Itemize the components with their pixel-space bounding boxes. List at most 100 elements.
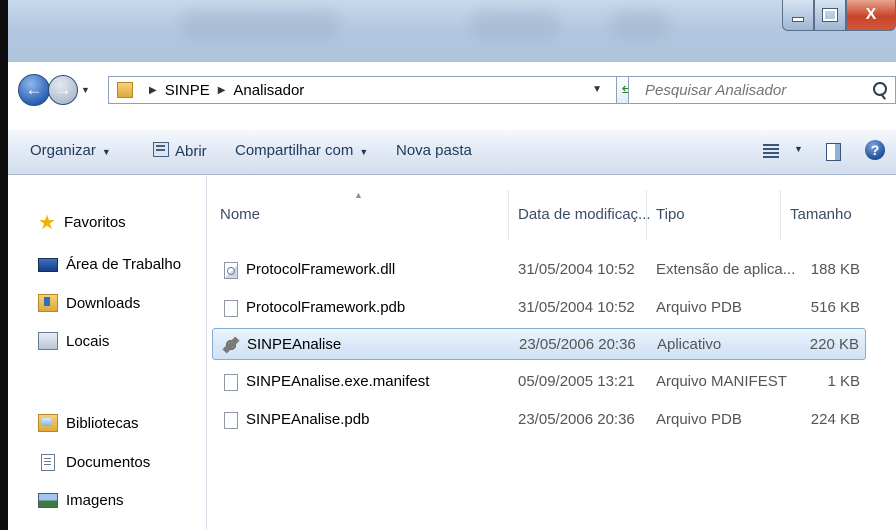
breadcrumb-chevron-icon[interactable]: ▶ bbox=[149, 85, 157, 96]
command-bar: Organizar ▼ Abrir Compartilhar com ▼ Nova … bbox=[8, 130, 896, 175]
breadcrumb-analisador[interactable]: Analisador bbox=[233, 82, 304, 99]
sidebar-item-imagens[interactable]: Imagens bbox=[38, 492, 124, 509]
recent-places-icon bbox=[38, 332, 58, 350]
preview-pane-icon[interactable] bbox=[826, 143, 841, 161]
file-date: 23/05/2006 20:36 bbox=[519, 336, 636, 353]
file-row[interactable]: SINPEAnalise.exe.manifest 05/09/2005 13:… bbox=[212, 366, 866, 398]
search-box[interactable] bbox=[628, 76, 896, 104]
star-icon: ★ bbox=[38, 211, 56, 234]
share-button[interactable]: Compartilhar com ▼ bbox=[235, 142, 368, 159]
file-row[interactable]: ProtocolFramework.pdb 31/05/2004 10:52 A… bbox=[212, 292, 866, 324]
organize-label: Organizar bbox=[30, 142, 96, 159]
file-name: ProtocolFramework.dll bbox=[246, 261, 396, 278]
file-size: 1 KB bbox=[827, 373, 860, 390]
sidebar-item-documentos[interactable]: Documentos bbox=[38, 454, 150, 471]
arrow-right-icon: → bbox=[54, 80, 72, 99]
file-list: ▲ Nome Data de modificaç... Tipo Tamanho… bbox=[208, 176, 896, 530]
sidebar-item-downloads[interactable]: Downloads bbox=[38, 294, 140, 312]
file-date: 23/05/2006 20:36 bbox=[518, 411, 635, 428]
file-name: SINPEAnalise.pdb bbox=[246, 411, 370, 428]
file-name: ProtocolFramework.pdb bbox=[246, 299, 406, 316]
file-date: 05/09/2005 13:21 bbox=[518, 373, 635, 390]
view-dropdown-icon[interactable]: ▼ bbox=[794, 144, 803, 154]
file-type: Arquivo MANIFEST bbox=[656, 373, 787, 390]
open-icon bbox=[153, 142, 169, 157]
document-icon bbox=[41, 454, 55, 471]
maximize-button[interactable] bbox=[814, 0, 846, 31]
application-icon bbox=[223, 337, 239, 353]
file-type: Aplicativo bbox=[657, 336, 722, 353]
desktop-icon bbox=[38, 257, 58, 272]
share-label: Compartilhar com bbox=[235, 142, 354, 159]
file-row[interactable]: SINPEAnalise.pdb 23/05/2006 20:36 Arquiv… bbox=[212, 404, 866, 436]
column-header-date[interactable]: Data de modificaç... bbox=[518, 206, 651, 223]
column-divider[interactable] bbox=[780, 190, 781, 240]
sidebar-item-label: Documentos bbox=[66, 454, 151, 471]
column-header-name[interactable]: Nome bbox=[220, 206, 260, 223]
back-button[interactable]: ← bbox=[18, 74, 50, 106]
breadcrumb-chevron-icon[interactable]: ▶ bbox=[218, 85, 226, 96]
sidebar-item-favoritos[interactable]: ★ Favoritos bbox=[38, 211, 126, 234]
search-icon[interactable] bbox=[873, 82, 887, 96]
column-header-size[interactable]: Tamanho bbox=[790, 206, 852, 223]
file-icon bbox=[224, 300, 238, 317]
file-row[interactable]: ProtocolFramework.dll 31/05/2004 10:52 E… bbox=[212, 254, 866, 286]
sort-ascending-icon: ▲ bbox=[354, 190, 363, 200]
file-icon bbox=[224, 412, 238, 429]
arrow-left-icon: ← bbox=[25, 80, 43, 99]
window-left-border bbox=[0, 0, 8, 530]
file-row-selected[interactable]: SINPEAnalise 23/05/2006 20:36 Aplicativo… bbox=[212, 328, 866, 360]
view-options-icon[interactable] bbox=[763, 144, 779, 158]
explorer-window: X ← → ▼ ▶ SINPE ▶ Analisador ▼ ⇆ Organiz… bbox=[0, 0, 896, 530]
titlebar-glass-highlight bbox=[610, 10, 670, 40]
file-name: SINPEAnalise.exe.manifest bbox=[246, 373, 430, 390]
address-dropdown-icon[interactable]: ▼ bbox=[592, 84, 602, 95]
file-type: Arquivo PDB bbox=[656, 299, 742, 316]
window-controls: X bbox=[782, 0, 896, 34]
file-type: Extensão de aplica... bbox=[656, 261, 796, 278]
navigation-buttons: ← → ▼ bbox=[18, 74, 90, 106]
sidebar-item-label: Imagens bbox=[66, 492, 124, 509]
image-icon bbox=[38, 493, 58, 508]
folder-icon bbox=[117, 82, 133, 98]
open-label: Abrir bbox=[175, 143, 207, 160]
recent-pages-dropdown[interactable]: ▼ bbox=[81, 85, 90, 95]
column-divider[interactable] bbox=[508, 190, 509, 240]
sidebar-item-label: Favoritos bbox=[64, 214, 126, 231]
file-size: 224 KB bbox=[810, 411, 860, 428]
column-divider[interactable] bbox=[646, 190, 647, 240]
sidebar-item-label: Locais bbox=[66, 332, 110, 350]
sidebar-item-label: Área de Trabalho bbox=[66, 256, 182, 273]
address-bar[interactable]: ▶ SINPE ▶ Analisador ▼ bbox=[108, 76, 617, 104]
search-input[interactable] bbox=[643, 80, 847, 100]
file-date: 31/05/2004 10:52 bbox=[518, 299, 635, 316]
column-header-type[interactable]: Tipo bbox=[656, 206, 685, 223]
sidebar-item-locais[interactable]: Locais bbox=[38, 332, 109, 350]
chevron-down-icon: ▼ bbox=[101, 147, 111, 157]
breadcrumb-sinpe[interactable]: SINPE bbox=[165, 82, 210, 99]
file-type: Arquivo PDB bbox=[656, 411, 742, 428]
sidebar-item-bibliotecas[interactable]: Bibliotecas bbox=[38, 414, 139, 432]
minimize-icon bbox=[792, 16, 804, 22]
file-size: 188 KB bbox=[810, 261, 860, 278]
open-button[interactable]: Abrir bbox=[153, 142, 207, 160]
help-icon[interactable]: ? bbox=[865, 140, 885, 160]
downloads-folder-icon bbox=[38, 294, 58, 312]
title-bar[interactable] bbox=[0, 0, 896, 62]
navigation-pane: ★ Favoritos Área de Trabalho Downloads L… bbox=[14, 176, 207, 530]
organize-button[interactable]: Organizar ▼ bbox=[30, 142, 111, 159]
sidebar-item-label: Bibliotecas bbox=[66, 414, 139, 432]
sidebar-item-label: Downloads bbox=[66, 294, 141, 312]
sidebar-item-area-de-trabalho[interactable]: Área de Trabalho bbox=[38, 256, 181, 273]
forward-button[interactable]: → bbox=[48, 75, 78, 105]
minimize-button[interactable] bbox=[782, 0, 814, 31]
chevron-down-icon: ▼ bbox=[359, 147, 369, 157]
new-folder-label: Nova pasta bbox=[396, 142, 472, 159]
close-button[interactable]: X bbox=[846, 0, 896, 31]
maximize-icon bbox=[822, 8, 838, 22]
file-size: 516 KB bbox=[810, 299, 860, 316]
new-folder-button[interactable]: Nova pasta bbox=[396, 142, 472, 159]
titlebar-glass-highlight bbox=[180, 10, 340, 40]
titlebar-glass-highlight bbox=[470, 10, 560, 40]
file-name: SINPEAnalise bbox=[247, 336, 342, 353]
